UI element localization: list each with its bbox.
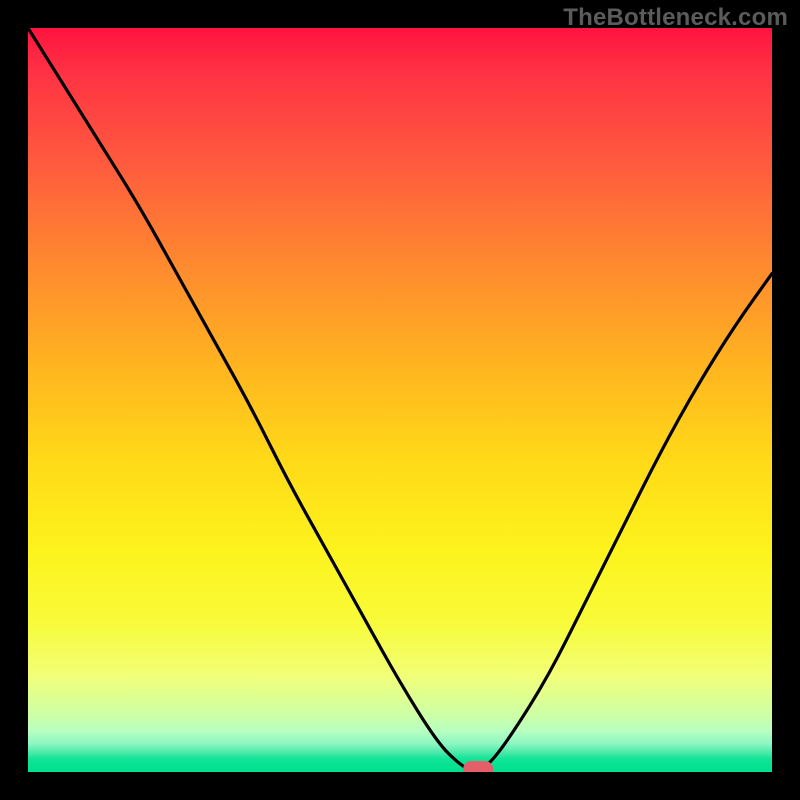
optimal-marker bbox=[463, 761, 493, 772]
plot-area bbox=[28, 28, 772, 772]
curve-svg bbox=[28, 28, 772, 772]
chart-frame: TheBottleneck.com bbox=[0, 0, 800, 800]
bottleneck-curve-path bbox=[28, 28, 772, 770]
watermark-text: TheBottleneck.com bbox=[563, 4, 788, 32]
